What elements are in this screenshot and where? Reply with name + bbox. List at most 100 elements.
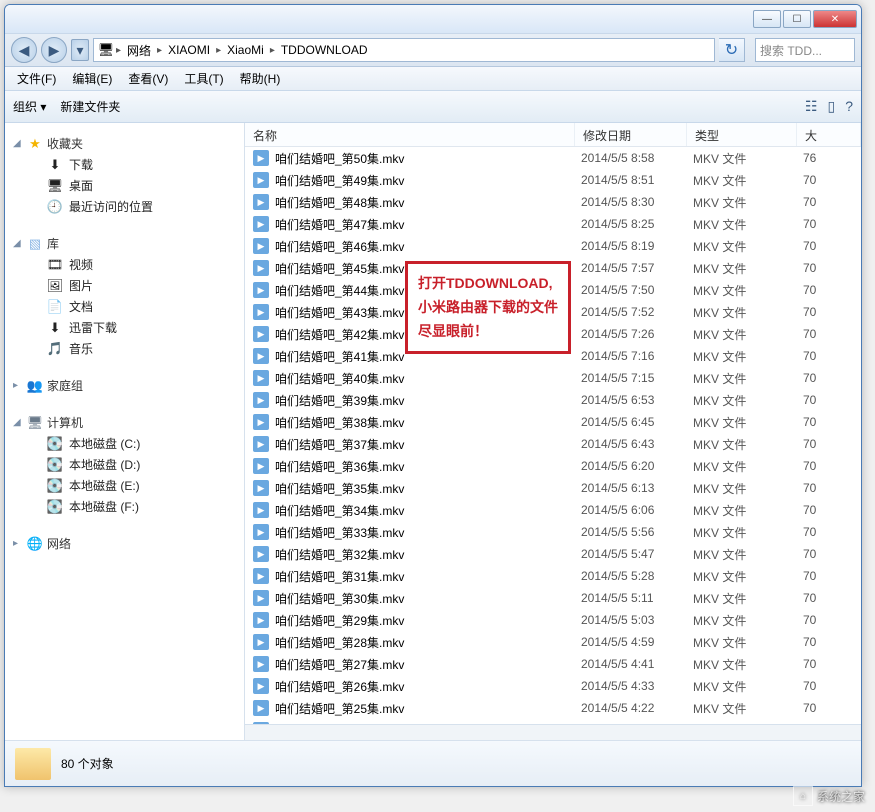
help-button[interactable]: ?: [845, 98, 853, 115]
sidebar-item[interactable]: ⬇迅雷下载: [9, 317, 240, 338]
sidebar-libraries[interactable]: ◢ ▧ 库: [9, 233, 240, 254]
sidebar-computer[interactable]: ◢ 🖥 计算机: [9, 412, 240, 433]
file-date: 2014/5/5 7:26: [581, 327, 693, 341]
path-seg[interactable]: TDDOWNLOAD: [277, 43, 372, 57]
sidebar-item[interactable]: 🖥桌面: [9, 175, 240, 196]
file-row[interactable]: ▶咱们结婚吧_第46集.mkv2014/5/5 8:19MKV 文件70: [245, 235, 861, 257]
file-size: 70: [803, 239, 816, 253]
close-button[interactable]: ✕: [813, 10, 857, 28]
menu-file[interactable]: 文件(F): [9, 70, 64, 87]
file-row[interactable]: ▶咱们结婚吧_第29集.mkv2014/5/5 5:03MKV 文件70: [245, 609, 861, 631]
col-name[interactable]: 名称: [245, 123, 575, 146]
minimize-button[interactable]: —: [753, 10, 781, 28]
sidebar-network[interactable]: ▸ 🌐 网络: [9, 533, 240, 554]
sidebar-homegroup[interactable]: ▸ 👥 家庭组: [9, 375, 240, 396]
file-name: 咱们结婚吧_第33集.mkv: [275, 524, 581, 541]
file-row[interactable]: ▶咱们结婚吧_第27集.mkv2014/5/5 4:41MKV 文件70: [245, 653, 861, 675]
file-row[interactable]: ▶咱们结婚吧_第50集.mkv2014/5/5 8:58MKV 文件76: [245, 147, 861, 169]
menu-edit[interactable]: 编辑(E): [64, 70, 120, 87]
col-date[interactable]: 修改日期: [575, 123, 687, 146]
file-type: MKV 文件: [693, 700, 803, 717]
new-folder-button[interactable]: 新建文件夹: [60, 98, 120, 115]
path-seg[interactable]: 网络: [123, 42, 155, 59]
file-row[interactable]: ▶咱们结婚吧_第49集.mkv2014/5/5 8:51MKV 文件70: [245, 169, 861, 191]
item-icon: 🎞: [47, 257, 63, 273]
organize-button[interactable]: 组织 ▾: [13, 98, 46, 115]
col-type[interactable]: 类型: [687, 123, 797, 146]
titlebar: — ☐ ✕: [5, 5, 861, 33]
file-row[interactable]: ▶咱们结婚吧_第48集.mkv2014/5/5 8:30MKV 文件70: [245, 191, 861, 213]
file-name: 咱们结婚吧_第47集.mkv: [275, 216, 581, 233]
sidebar-item[interactable]: ⬇下载: [9, 154, 240, 175]
preview-pane-button[interactable]: ▯: [827, 98, 835, 115]
file-row[interactable]: ▶咱们结婚吧_第47集.mkv2014/5/5 8:25MKV 文件70: [245, 213, 861, 235]
file-row[interactable]: ▶咱们结婚吧_第26集.mkv2014/5/5 4:33MKV 文件70: [245, 675, 861, 697]
file-row[interactable]: ▶咱们结婚吧_第32集.mkv2014/5/5 5:47MKV 文件70: [245, 543, 861, 565]
sidebar-item[interactable]: 📄文档: [9, 296, 240, 317]
file-date: 2014/5/5 6:43: [581, 437, 693, 451]
sidebar-favorites[interactable]: ◢ ★ 收藏夹: [9, 133, 240, 154]
item-label: 桌面: [69, 177, 93, 194]
item-label: 最近访问的位置: [69, 198, 153, 215]
callout-line: 小米路由器下载的文件: [418, 296, 558, 320]
file-name: 咱们结婚吧_第31集.mkv: [275, 568, 581, 585]
file-type: MKV 文件: [693, 194, 803, 211]
chevron-right-icon: ▸: [13, 538, 23, 549]
sidebar-item[interactable]: 🖼图片: [9, 275, 240, 296]
file-date: 2014/5/5 6:45: [581, 415, 693, 429]
history-dropdown[interactable]: ▾: [71, 39, 89, 61]
item-label: 本地磁盘 (D:): [69, 456, 140, 473]
menu-view[interactable]: 查看(V): [120, 70, 176, 87]
file-row[interactable]: ▶咱们结婚吧_第25集.mkv2014/5/5 4:22MKV 文件70: [245, 697, 861, 719]
file-row[interactable]: ▶咱们结婚吧_第34集.mkv2014/5/5 6:06MKV 文件70: [245, 499, 861, 521]
file-type: MKV 文件: [693, 458, 803, 475]
item-label: 图片: [69, 277, 93, 294]
path-seg[interactable]: XiaoMi: [223, 43, 268, 57]
status-count: 80 个对象: [61, 755, 114, 772]
view-mode-button[interactable]: ☷: [805, 98, 818, 115]
file-list[interactable]: 打开TDDOWNLOAD, 小米路由器下载的文件 尽显眼前！ ▶咱们结婚吧_第5…: [245, 147, 861, 724]
file-date: 2014/5/5 4:41: [581, 657, 693, 671]
file-row[interactable]: ▶咱们结婚吧_第24集.mkv2014/5/5 4:07MKV 文件70: [245, 719, 861, 724]
file-row[interactable]: ▶咱们结婚吧_第28集.mkv2014/5/5 4:59MKV 文件70: [245, 631, 861, 653]
file-row[interactable]: ▶咱们结婚吧_第36集.mkv2014/5/5 6:20MKV 文件70: [245, 455, 861, 477]
file-row[interactable]: ▶咱们结婚吧_第30集.mkv2014/5/5 5:11MKV 文件70: [245, 587, 861, 609]
address-bar[interactable]: 🖥 ▸ 网络 ▸ XIAOMI ▸ XiaoMi ▸ TDDOWNLOAD: [93, 38, 715, 62]
file-type: MKV 文件: [693, 656, 803, 673]
col-size[interactable]: 大: [797, 123, 861, 146]
menu-help[interactable]: 帮助(H): [232, 70, 289, 87]
path-seg[interactable]: XIAOMI: [164, 43, 214, 57]
file-type: MKV 文件: [693, 348, 803, 365]
sidebar-item[interactable]: 🎞视频: [9, 254, 240, 275]
sidebar-item[interactable]: 💽本地磁盘 (E:): [9, 475, 240, 496]
file-row[interactable]: ▶咱们结婚吧_第37集.mkv2014/5/5 6:43MKV 文件70: [245, 433, 861, 455]
file-size: 70: [803, 415, 816, 429]
refresh-button[interactable]: ↻: [719, 38, 745, 62]
sidebar-item[interactable]: 💽本地磁盘 (F:): [9, 496, 240, 517]
file-date: 2014/5/5 5:28: [581, 569, 693, 583]
file-size: 70: [803, 701, 816, 715]
file-row[interactable]: ▶咱们结婚吧_第35集.mkv2014/5/5 6:13MKV 文件70: [245, 477, 861, 499]
file-date: 2014/5/5 5:56: [581, 525, 693, 539]
mkv-file-icon: ▶: [253, 568, 269, 584]
search-input[interactable]: 搜索 TDD...: [755, 38, 855, 62]
sidebar-item[interactable]: 💽本地磁盘 (C:): [9, 433, 240, 454]
file-row[interactable]: ▶咱们结婚吧_第31集.mkv2014/5/5 5:28MKV 文件70: [245, 565, 861, 587]
toolbar: 组织 ▾ 新建文件夹 ☷ ▯ ?: [5, 91, 861, 123]
file-date: 2014/5/5 8:58: [581, 151, 693, 165]
back-button[interactable]: ◀: [11, 37, 37, 63]
file-row[interactable]: ▶咱们结婚吧_第38集.mkv2014/5/5 6:45MKV 文件70: [245, 411, 861, 433]
item-icon: 💽: [47, 436, 63, 452]
file-row[interactable]: ▶咱们结婚吧_第33集.mkv2014/5/5 5:56MKV 文件70: [245, 521, 861, 543]
file-row[interactable]: ▶咱们结婚吧_第40集.mkv2014/5/5 7:15MKV 文件70: [245, 367, 861, 389]
sidebar-item[interactable]: 🕘最近访问的位置: [9, 196, 240, 217]
file-date: 2014/5/5 4:07: [581, 723, 693, 724]
sidebar-item[interactable]: 🎵音乐: [9, 338, 240, 359]
menu-tools[interactable]: 工具(T): [176, 70, 231, 87]
maximize-button[interactable]: ☐: [783, 10, 811, 28]
forward-button[interactable]: ▶: [41, 37, 67, 63]
sidebar-item[interactable]: 💽本地磁盘 (D:): [9, 454, 240, 475]
file-row[interactable]: ▶咱们结婚吧_第39集.mkv2014/5/5 6:53MKV 文件70: [245, 389, 861, 411]
mkv-file-icon: ▶: [253, 590, 269, 606]
horizontal-scrollbar[interactable]: [245, 724, 861, 740]
